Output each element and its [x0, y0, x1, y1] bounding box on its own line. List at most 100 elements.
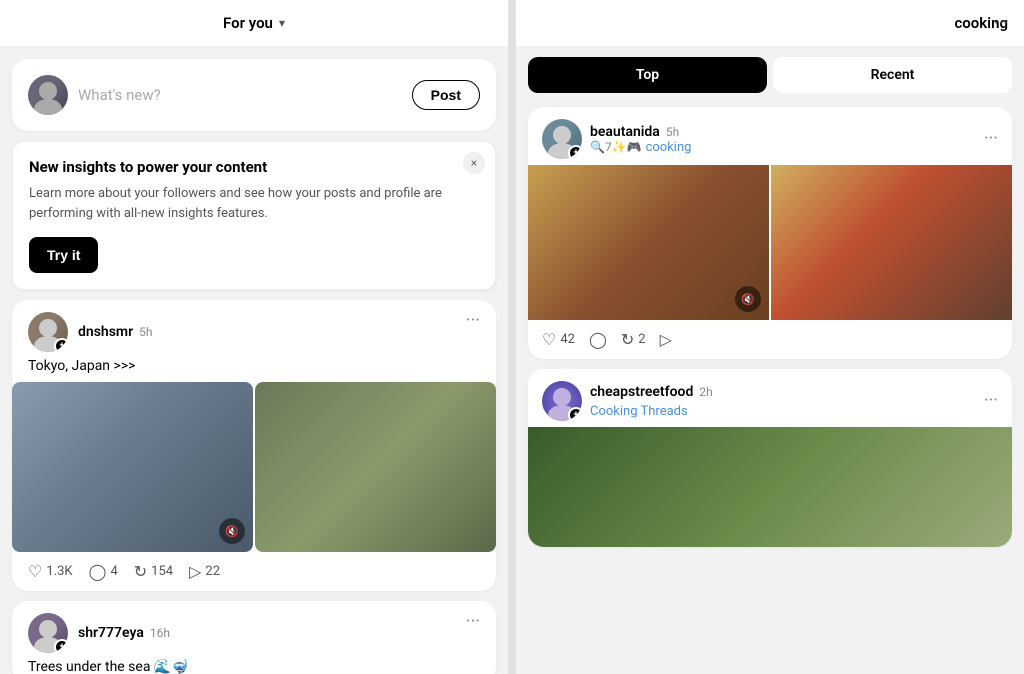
- share-count: 22: [205, 564, 220, 579]
- post-time: 5h: [139, 325, 152, 339]
- beau-time: 5h: [666, 125, 679, 139]
- username-time: dnshsmr 5h: [78, 324, 152, 340]
- compose-placeholder[interactable]: What's new?: [78, 86, 402, 104]
- cooking-image-2[interactable]: [771, 165, 1012, 320]
- compose-area: What's new? Post: [28, 75, 480, 115]
- like-button[interactable]: ♡ 1.3K: [28, 562, 73, 581]
- tab-recent[interactable]: Recent: [773, 57, 1012, 93]
- repost-icon: ↻: [134, 562, 147, 581]
- post-image-1[interactable]: 🔇: [12, 382, 253, 552]
- more-options-cheap-icon[interactable]: ···: [984, 392, 998, 410]
- cooking-user-row-beau: + beautanida 5h 🔍7✨🎮 cooking: [542, 119, 691, 159]
- cheap-username[interactable]: cheapstreetfood: [590, 384, 693, 400]
- beau-avatar[interactable]: +: [542, 119, 582, 159]
- street-food-image[interactable]: [528, 427, 1012, 547]
- share-button[interactable]: ▷ 22: [189, 562, 220, 581]
- post-meta-shr: shr777eya 16h: [78, 625, 170, 641]
- post-button[interactable]: Post: [412, 80, 480, 110]
- username-time-shr: shr777eya 16h: [78, 625, 170, 641]
- post-card-dnshsmr: + dnshsmr 5h ··· Tokyo, Japan >>> 🔇: [12, 300, 496, 591]
- post-card-shr777eya: + shr777eya 16h ··· Trees under the sea …: [12, 601, 496, 674]
- cooking-actions: ♡ 42 ◯ ↻ 2 ▷: [528, 320, 1012, 359]
- heart-icon: ♡: [28, 562, 42, 581]
- left-panel: For you ▾ What's new? Post × New insight…: [0, 0, 508, 674]
- tab-top[interactable]: Top: [528, 57, 767, 93]
- post-image-2[interactable]: [255, 382, 496, 552]
- panel-separator: [508, 0, 516, 674]
- post-time-shr: 16h: [150, 626, 170, 640]
- more-options-icon[interactable]: ···: [466, 312, 480, 330]
- close-icon[interactable]: ×: [463, 152, 485, 174]
- cooking-post-images: 🔇: [528, 165, 1012, 320]
- beau-hashtag-row: 🔍7✨🎮 cooking: [590, 140, 691, 155]
- left-header: For you ▾: [0, 0, 508, 47]
- post-header-dnshsmr: + dnshsmr 5h ···: [12, 312, 496, 352]
- cooking-share-button[interactable]: ▷: [660, 330, 672, 349]
- cooking-post-header-beau: + beautanida 5h 🔍7✨🎮 cooking ···: [528, 107, 1012, 165]
- for-you-title: For you: [223, 14, 273, 32]
- comment-icon: ◯: [89, 562, 107, 581]
- cheap-avatar[interactable]: +: [542, 381, 582, 421]
- insight-description: Learn more about your followers and see …: [29, 184, 479, 223]
- insight-card: × New insights to power your content Lea…: [12, 141, 496, 290]
- cooking-threads-link[interactable]: Cooking Threads: [590, 404, 688, 419]
- post-header-shr: + shr777eya 16h ···: [12, 613, 496, 653]
- comment-button[interactable]: ◯ 4: [89, 562, 118, 581]
- cooking-repost-count: 2: [638, 332, 645, 347]
- more-options-right-icon[interactable]: ···: [994, 13, 1008, 34]
- cheap-username-time: cheapstreetfood 2h: [590, 384, 713, 400]
- chevron-down-icon[interactable]: ▾: [279, 16, 285, 30]
- cooking-post-cheap: + cheapstreetfood 2h Cooking Threads ···: [528, 369, 1012, 547]
- share-icon-cooking: ▷: [660, 330, 672, 349]
- beau-meta: beautanida 5h 🔍7✨🎮 cooking: [590, 124, 691, 155]
- beau-username[interactable]: beautanida: [590, 124, 660, 140]
- left-feed: What's new? Post × New insights to power…: [0, 47, 508, 674]
- add-icon-beau: +: [568, 145, 582, 159]
- cooking-like-button[interactable]: ♡ 42: [542, 330, 575, 349]
- post-user-info: + dnshsmr 5h: [28, 312, 152, 352]
- repost-count: 154: [151, 564, 173, 579]
- tab-bar: Top Recent: [516, 47, 1024, 103]
- beau-username-time: beautanida 5h: [590, 124, 691, 140]
- cooking-post-header-cheap: + cheapstreetfood 2h Cooking Threads ···: [528, 369, 1012, 427]
- right-header: cooking ···: [516, 0, 1024, 47]
- post-username-shr[interactable]: shr777eya: [78, 625, 144, 641]
- insight-title: New insights to power your content: [29, 158, 479, 176]
- post-text: Tokyo, Japan >>>: [12, 358, 496, 382]
- more-options-beau-icon[interactable]: ···: [984, 130, 998, 148]
- cooking-user-row-cheap: + cheapstreetfood 2h Cooking Threads: [542, 381, 713, 421]
- right-content: Top Recent + beautanida: [516, 47, 1024, 674]
- repost-button[interactable]: ↻ 154: [134, 562, 173, 581]
- cooking-like-count: 42: [560, 332, 575, 347]
- cooking-repost-button[interactable]: ↻ 2: [621, 330, 646, 349]
- compose-card: What's new? Post: [12, 59, 496, 131]
- comment-icon-cooking: ◯: [589, 330, 607, 349]
- right-panel: cooking ··· Top Recent +: [516, 0, 1024, 674]
- comment-count: 4: [110, 564, 117, 579]
- post-images: 🔇: [12, 382, 496, 552]
- mute-cooking-icon: 🔇: [735, 286, 761, 312]
- add-icon: +: [54, 338, 68, 352]
- repost-icon-cooking: ↻: [621, 330, 634, 349]
- post-meta: dnshsmr 5h: [78, 324, 152, 340]
- tab-section: Top Recent: [516, 47, 1024, 107]
- post-username[interactable]: dnshsmr: [78, 324, 133, 340]
- shr-avatar[interactable]: +: [28, 613, 68, 653]
- like-count: 1.3K: [46, 564, 72, 579]
- user-avatar: [28, 75, 68, 115]
- heart-icon-cooking: ♡: [542, 330, 556, 349]
- try-it-button[interactable]: Try it: [29, 237, 98, 273]
- add-icon-cheap: +: [568, 407, 582, 421]
- cheap-time: 2h: [699, 385, 712, 399]
- post-text-shr: Trees under the sea 🌊🤿: [12, 659, 496, 674]
- cheap-meta: cheapstreetfood 2h Cooking Threads: [590, 384, 713, 419]
- post-user-info-shr: + shr777eya 16h: [28, 613, 170, 653]
- cooking-image-1[interactable]: 🔇: [528, 165, 769, 320]
- dnshsmr-avatar[interactable]: +: [28, 312, 68, 352]
- more-options-icon-shr[interactable]: ···: [466, 613, 480, 631]
- cooking-post-beautanida: + beautanida 5h 🔍7✨🎮 cooking ···: [528, 107, 1012, 359]
- cooking-comment-button[interactable]: ◯: [589, 330, 607, 349]
- cooking-hashtag[interactable]: cooking: [646, 140, 692, 155]
- share-icon: ▷: [189, 562, 201, 581]
- add-icon-shr: +: [54, 639, 68, 653]
